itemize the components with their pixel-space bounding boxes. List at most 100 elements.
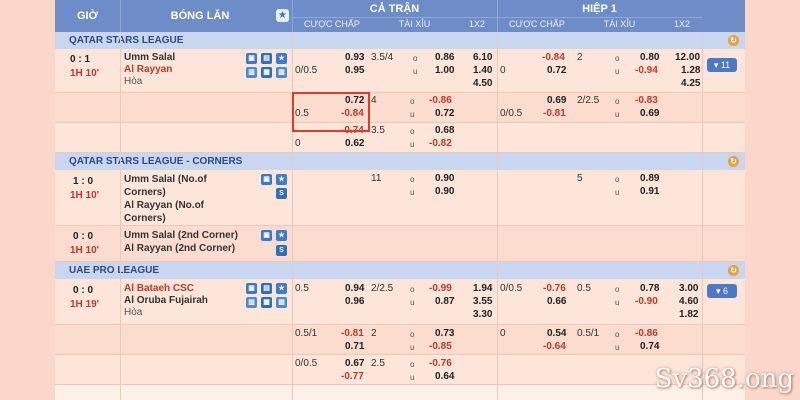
ou-over-odd[interactable]: 0.86: [435, 52, 454, 63]
watermark: Sv368.ong: [654, 364, 794, 394]
favorite-star-icon[interactable]: ★: [276, 283, 287, 294]
stats-icon[interactable]: ▤: [261, 53, 272, 64]
ou-under-odd[interactable]: 0.87: [435, 296, 454, 307]
home-team[interactable]: Umm Salal (2nd Corner): [124, 230, 238, 241]
h1-1x2-home-odd[interactable]: 12.00: [675, 52, 700, 63]
refresh-icon[interactable]: ↻: [728, 156, 739, 167]
h1-hc-home-odd[interactable]: 0.69: [547, 95, 566, 106]
favorite-star-icon[interactable]: ★: [276, 174, 287, 185]
refresh-icon[interactable]: ↻: [728, 265, 739, 276]
favorites-star-icon[interactable]: ★: [276, 9, 289, 22]
h1-over-label: o: [615, 54, 620, 63]
hc-home-odd[interactable]: 0.94: [345, 283, 364, 294]
h1-ou-under-odd[interactable]: -0.94: [635, 65, 658, 76]
more-bets-button[interactable]: ▾ 6: [707, 284, 737, 298]
away-team[interactable]: Al Rayyan: [124, 64, 172, 75]
col-time: GIỜ: [77, 10, 98, 22]
hc-away-odd[interactable]: -0.77: [341, 371, 364, 382]
info-icon[interactable]: ▦: [261, 297, 272, 308]
favorite-star-icon[interactable]: ★: [276, 53, 287, 64]
tv-icon[interactable]: ▣: [261, 174, 272, 185]
h1-over-label: o: [615, 175, 620, 184]
1x2-away-odd[interactable]: 1.40: [473, 65, 492, 76]
h1-ou-over-odd[interactable]: 0.89: [640, 173, 659, 184]
match-row: 0 : 0 1H 10' Umm Salal (2nd Corner) Al R…: [55, 226, 745, 262]
h1-ou-under-odd[interactable]: -0.90: [635, 296, 658, 307]
tv-icon[interactable]: ▣: [246, 53, 257, 64]
h1-ou-over-odd[interactable]: 0.80: [640, 52, 659, 63]
ou-under-odd[interactable]: -0.85: [429, 341, 452, 352]
stats-s-icon[interactable]: S: [276, 245, 287, 256]
h1-hc-away-odd[interactable]: 0.66: [547, 296, 566, 307]
h1-ou-under-odd[interactable]: 0.91: [640, 186, 659, 197]
league-header[interactable]: UAE PRO LEAGUE ↻: [55, 262, 745, 279]
1x2-draw-odd[interactable]: 3.30: [473, 309, 492, 320]
h1-over-label: o: [615, 285, 620, 294]
h1-ou-over-odd[interactable]: -0.86: [635, 328, 658, 339]
match-row-line-2: 0.5 0.72 -0.84 4 o u -0.86 0.72 0/0.5 0.…: [55, 93, 745, 123]
handicap-line: 0.5: [295, 283, 309, 294]
refresh-icon[interactable]: ↻: [728, 35, 739, 46]
hc-home-odd[interactable]: 0.67: [345, 358, 364, 369]
more-bets-button[interactable]: ▾ 11: [707, 58, 737, 72]
hc-away-odd[interactable]: 0.71: [345, 341, 364, 352]
ou-line: 3.5/4: [371, 52, 394, 63]
1x2-home-odd[interactable]: 1.94: [473, 283, 492, 294]
1x2-draw-odd[interactable]: 4.50: [473, 78, 492, 89]
h1-1x2-draw-odd[interactable]: 4.25: [681, 78, 700, 89]
match-row-line-3: 0/0.5 0.67 -0.77 2.5 o u -0.76 0.64: [55, 355, 745, 385]
chart-icon[interactable]: ▧: [276, 297, 287, 308]
h1-hc-away-odd[interactable]: 0.72: [547, 65, 566, 76]
h1-1x2-away-odd[interactable]: 1.28: [681, 65, 700, 76]
hc-home-odd[interactable]: 0.93: [345, 52, 364, 63]
live-icon[interactable]: ▥: [246, 297, 257, 308]
ou-line: 2/2.5: [371, 283, 394, 294]
league-header[interactable]: QATAR STARS LEAGUE ↻: [55, 32, 745, 49]
tv-icon[interactable]: ▣: [246, 283, 257, 294]
ou-under-odd[interactable]: 1.00: [435, 65, 454, 76]
h1-hc-home-odd[interactable]: -0.84: [542, 52, 565, 63]
away-team[interactable]: Al Oruba Fujairah: [124, 295, 208, 306]
ou-under-odd[interactable]: -0.82: [429, 138, 452, 149]
ou-under-odd[interactable]: 0.90: [435, 186, 454, 197]
chart-icon[interactable]: ▧: [276, 67, 287, 78]
ou-over-odd[interactable]: -0.99: [429, 283, 452, 294]
stats-icon[interactable]: ▤: [261, 283, 272, 294]
h1-ou-under-odd[interactable]: 0.69: [640, 108, 659, 119]
1x2-home-odd[interactable]: 6.10: [473, 52, 492, 63]
hc-away-odd[interactable]: 0.96: [345, 296, 364, 307]
stats-s-icon[interactable]: S: [276, 188, 287, 199]
tv-icon[interactable]: ▣: [261, 230, 272, 241]
away-team[interactable]: Al Rayyan (2nd Corner): [124, 243, 235, 254]
ou-over-odd[interactable]: 0.90: [435, 173, 454, 184]
h1-hc-away-odd[interactable]: -0.81: [543, 108, 566, 119]
ou-line: 2.5: [371, 358, 385, 369]
h1-1x2-draw-odd[interactable]: 1.82: [679, 309, 698, 320]
hc-home-odd[interactable]: -0.81: [341, 328, 364, 339]
h1-ou-under-odd[interactable]: 0.74: [640, 341, 659, 352]
hc-away-odd[interactable]: 0.95: [345, 65, 364, 76]
home-team[interactable]: Umm Salal (No.of Corners): [124, 173, 234, 199]
h1-ou-over-odd[interactable]: -0.83: [635, 95, 658, 106]
ou-under-odd[interactable]: 0.64: [435, 371, 454, 382]
live-icon[interactable]: ▥: [246, 67, 257, 78]
league-header[interactable]: QATAR STARS LEAGUE - CORNERS ↻: [55, 153, 745, 170]
info-icon[interactable]: ▦: [261, 67, 272, 78]
1x2-away-odd[interactable]: 3.55: [473, 296, 492, 307]
home-team[interactable]: Umm Salal: [124, 52, 175, 63]
ou-under-odd[interactable]: 0.72: [435, 108, 454, 119]
favorite-star-icon[interactable]: ★: [276, 230, 287, 241]
ou-over-odd[interactable]: 0.68: [435, 125, 454, 136]
h1-1x2-home-odd[interactable]: 3.00: [679, 283, 698, 294]
h1-hc-home-odd[interactable]: -0.76: [543, 283, 566, 294]
ou-over-odd[interactable]: 0.73: [435, 328, 454, 339]
h1-ou-over-odd[interactable]: 0.78: [640, 283, 659, 294]
ou-over-odd[interactable]: -0.86: [429, 95, 452, 106]
home-team[interactable]: Al Bataeh CSC: [124, 283, 194, 294]
h1-hc-away-odd[interactable]: -0.64: [543, 341, 566, 352]
ou-over-odd[interactable]: -0.76: [429, 358, 452, 369]
hc-away-odd[interactable]: 0.62: [345, 138, 364, 149]
h1-1x2-away-odd[interactable]: 4.60: [679, 296, 698, 307]
away-team[interactable]: Al Rayyan (No.of Corners): [124, 199, 234, 225]
h1-hc-home-odd[interactable]: 0.54: [547, 328, 566, 339]
